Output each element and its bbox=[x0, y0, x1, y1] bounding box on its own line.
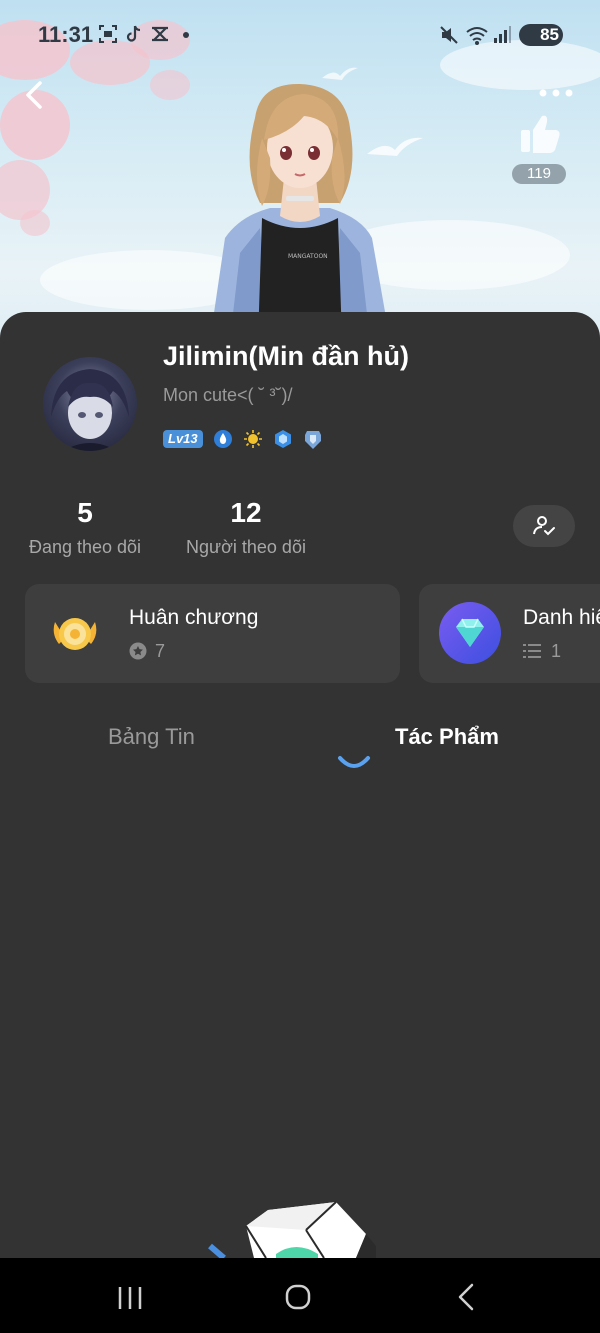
following-count: 5 bbox=[77, 497, 93, 528]
home-icon[interactable] bbox=[248, 1258, 348, 1333]
badge-row: Lv13 bbox=[163, 428, 323, 450]
list-icon bbox=[523, 644, 541, 658]
avatar-image bbox=[51, 369, 129, 451]
following-stat[interactable]: 5 Đang theo dõi bbox=[22, 497, 148, 558]
tab-works[interactable]: Tác Phẩm bbox=[395, 724, 499, 750]
follow-status-button[interactable] bbox=[513, 505, 575, 547]
level-badge[interactable]: Lv13 bbox=[163, 430, 203, 448]
back-arrow-icon[interactable] bbox=[20, 78, 50, 112]
back-nav-icon[interactable] bbox=[416, 1258, 516, 1333]
character-illustration: MANGATOON bbox=[210, 83, 390, 340]
avatar[interactable] bbox=[43, 357, 137, 451]
sun-badge-icon[interactable] bbox=[243, 429, 263, 449]
user-check-icon bbox=[533, 516, 555, 536]
medals-tile[interactable]: Huân chương 7 bbox=[25, 584, 400, 683]
medals-count: 7 bbox=[155, 641, 166, 661]
status-time: 11:31 bbox=[38, 22, 94, 47]
diamond-icon bbox=[439, 602, 501, 664]
system-nav-bar bbox=[0, 1258, 600, 1333]
water-drop-badge-icon[interactable] bbox=[213, 429, 233, 449]
titles-count-row: 1 bbox=[523, 641, 561, 662]
dot-icon bbox=[183, 32, 189, 38]
thumbs-up-icon bbox=[521, 115, 560, 153]
followers-label: Người theo dõi bbox=[186, 537, 306, 557]
screenshot-icon bbox=[99, 25, 117, 43]
recent-apps-icon[interactable] bbox=[80, 1258, 180, 1333]
like-button[interactable]: 119 bbox=[512, 110, 568, 186]
medals-count-row: 7 bbox=[129, 641, 165, 662]
followers-count: 12 bbox=[230, 497, 262, 528]
signal-icon bbox=[494, 26, 511, 43]
followers-stat[interactable]: 12 Người theo dõi bbox=[180, 497, 312, 558]
username: Jilimin(Min đần hủ) bbox=[163, 341, 409, 371]
tab-feed[interactable]: Bảng Tin bbox=[108, 724, 195, 750]
bio: Mon cute<( ˘ ³˘)/ bbox=[163, 385, 293, 405]
titles-title: Danh hiệu bbox=[523, 606, 600, 629]
status-bar: 11:31 85 bbox=[0, 0, 600, 70]
like-count: 119 bbox=[512, 164, 566, 184]
loading-spinner-icon bbox=[338, 756, 370, 768]
profile-card bbox=[0, 312, 600, 1258]
star-circle-icon bbox=[129, 642, 147, 660]
medals-title: Huân chương bbox=[129, 606, 259, 629]
battery-icon: 85 bbox=[519, 24, 563, 46]
hexagon-badge-icon[interactable] bbox=[273, 429, 293, 449]
more-options-icon[interactable] bbox=[538, 86, 574, 100]
wifi-icon bbox=[466, 27, 488, 45]
medal-icon bbox=[53, 618, 97, 650]
shield-badge-icon[interactable] bbox=[303, 429, 323, 449]
following-label: Đang theo dõi bbox=[28, 537, 142, 557]
profile-cover: MANGATOON 11:31 85 119 bbox=[0, 0, 600, 340]
capcut-icon bbox=[152, 26, 168, 42]
empty-state-illustration bbox=[208, 1201, 376, 1258]
titles-count: 1 bbox=[551, 641, 562, 661]
mute-icon bbox=[440, 26, 458, 44]
titles-tile[interactable]: Danh hiệu 1 bbox=[419, 584, 600, 683]
svg-text:MANGATOON: MANGATOON bbox=[288, 253, 328, 260]
tiktok-icon bbox=[126, 25, 141, 42]
